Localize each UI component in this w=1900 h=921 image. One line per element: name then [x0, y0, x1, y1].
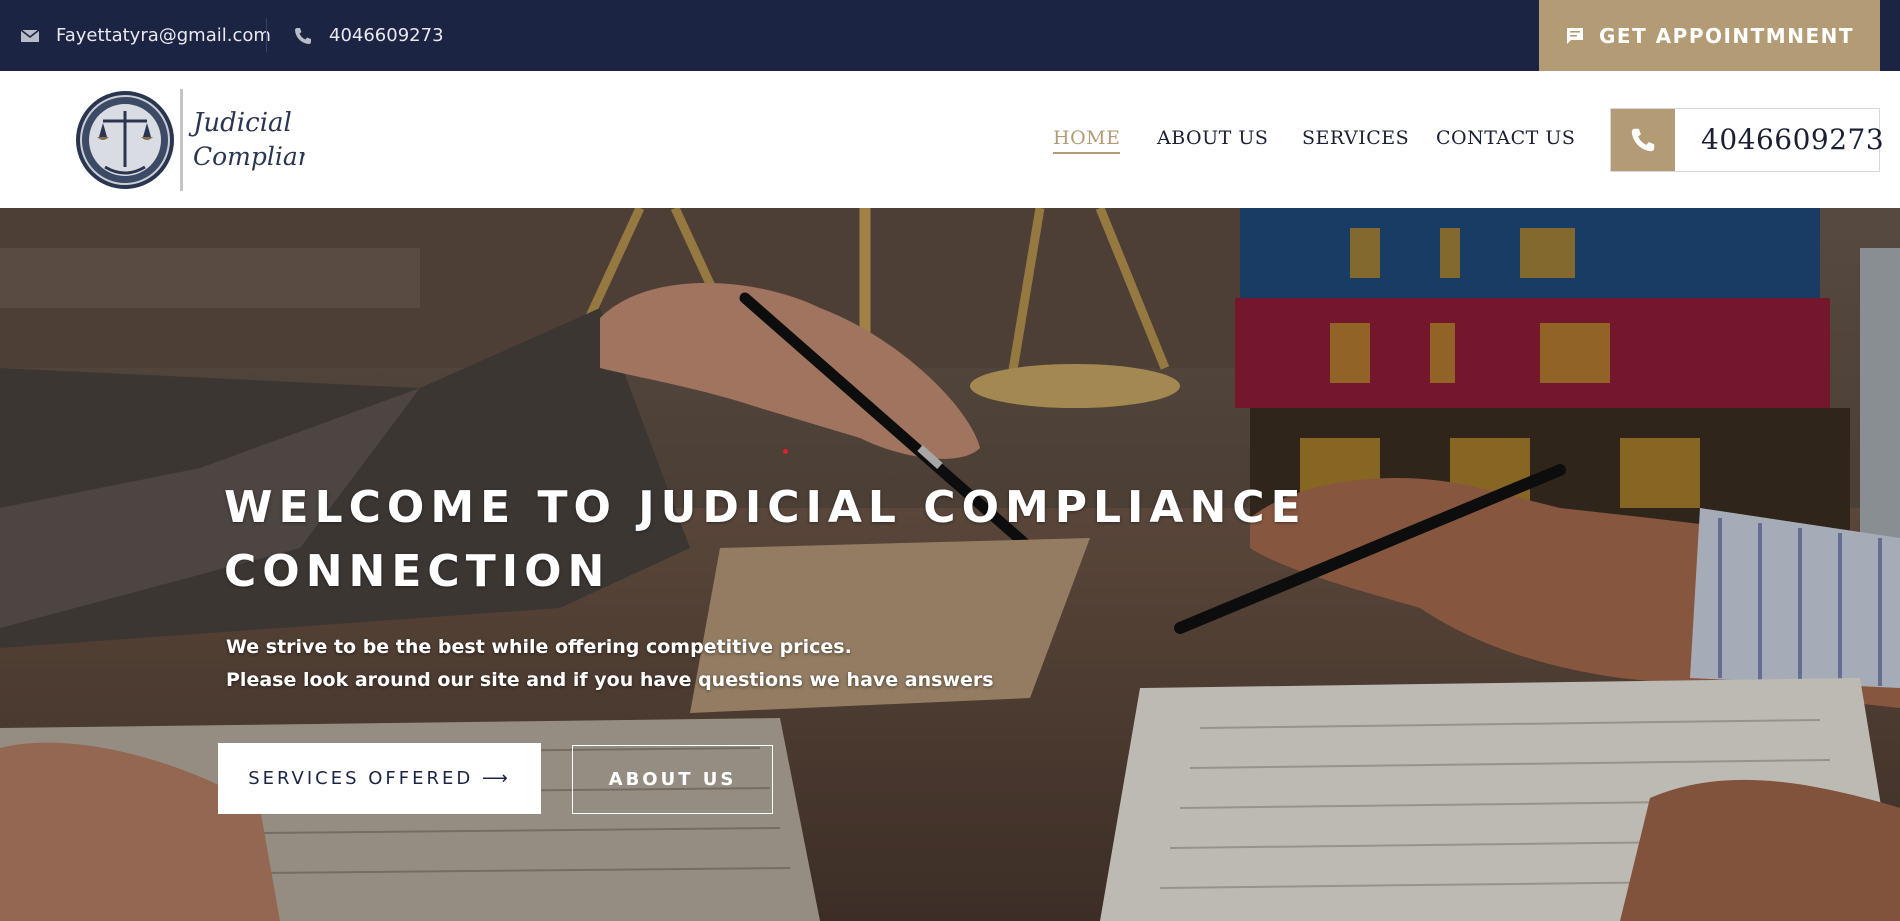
hero-title-line-2: CONNECTION [224, 546, 611, 597]
site-header: Judicial Compliance HOME ABOUT US SERVIC… [0, 71, 1900, 208]
hero-subtitle-line-1: We strive to be the best while offering … [226, 636, 852, 658]
top-bar: Fayettatyra@gmail.com 4046609273 GET APP… [0, 0, 1900, 71]
appointment-label: GET APPOINTMNENT [1599, 23, 1854, 48]
svg-text:Judicial: Judicial [188, 108, 292, 138]
hero-title-line-1: WELCOME TO JUDICIAL COMPLIANCE [224, 482, 1307, 533]
logo[interactable]: Judicial Compliance [75, 89, 343, 191]
phone-text: 4046609273 [329, 25, 444, 46]
nav-about-us[interactable]: ABOUT US [1157, 127, 1268, 149]
nav-home[interactable]: HOME [1053, 127, 1121, 154]
about-us-button[interactable]: ABOUT US [572, 745, 773, 814]
phone-icon [295, 27, 311, 44]
phone-icon [1611, 109, 1675, 171]
topbar-divider [266, 18, 267, 52]
header-phone-number: 4046609273 [1701, 123, 1885, 156]
hero-title: WELCOME TO JUDICIAL COMPLIANCE CONNECTIO… [224, 476, 1324, 604]
svg-text:Compliance: Compliance [193, 142, 305, 171]
nav-services[interactable]: SERVICES [1302, 127, 1409, 149]
nav-contact-us[interactable]: CONTACT US [1436, 127, 1575, 149]
hero-subtitle: We strive to be the best while offering … [226, 631, 994, 697]
envelope-icon [20, 28, 40, 42]
scales-of-justice-logo-icon: Judicial Compliance [76, 89, 343, 191]
header-phone-box[interactable]: 4046609273 [1610, 108, 1884, 172]
topbar-email[interactable]: Fayettatyra@gmail.com [20, 0, 271, 71]
topbar-phone[interactable]: 4046609273 [293, 0, 444, 71]
chat-icon [1567, 27, 1583, 44]
services-offered-button[interactable]: SERVICES OFFERED ⟶ [218, 743, 541, 814]
email-text: Fayettatyra@gmail.com [56, 25, 271, 46]
hero-subtitle-line-2: Please look around our site and if you h… [226, 669, 994, 691]
hero-section: WELCOME TO JUDICIAL COMPLIANCE CONNECTIO… [0, 208, 1900, 921]
get-appointment-button[interactable]: GET APPOINTMNENT [1539, 0, 1880, 71]
red-dot-marker [783, 449, 788, 454]
